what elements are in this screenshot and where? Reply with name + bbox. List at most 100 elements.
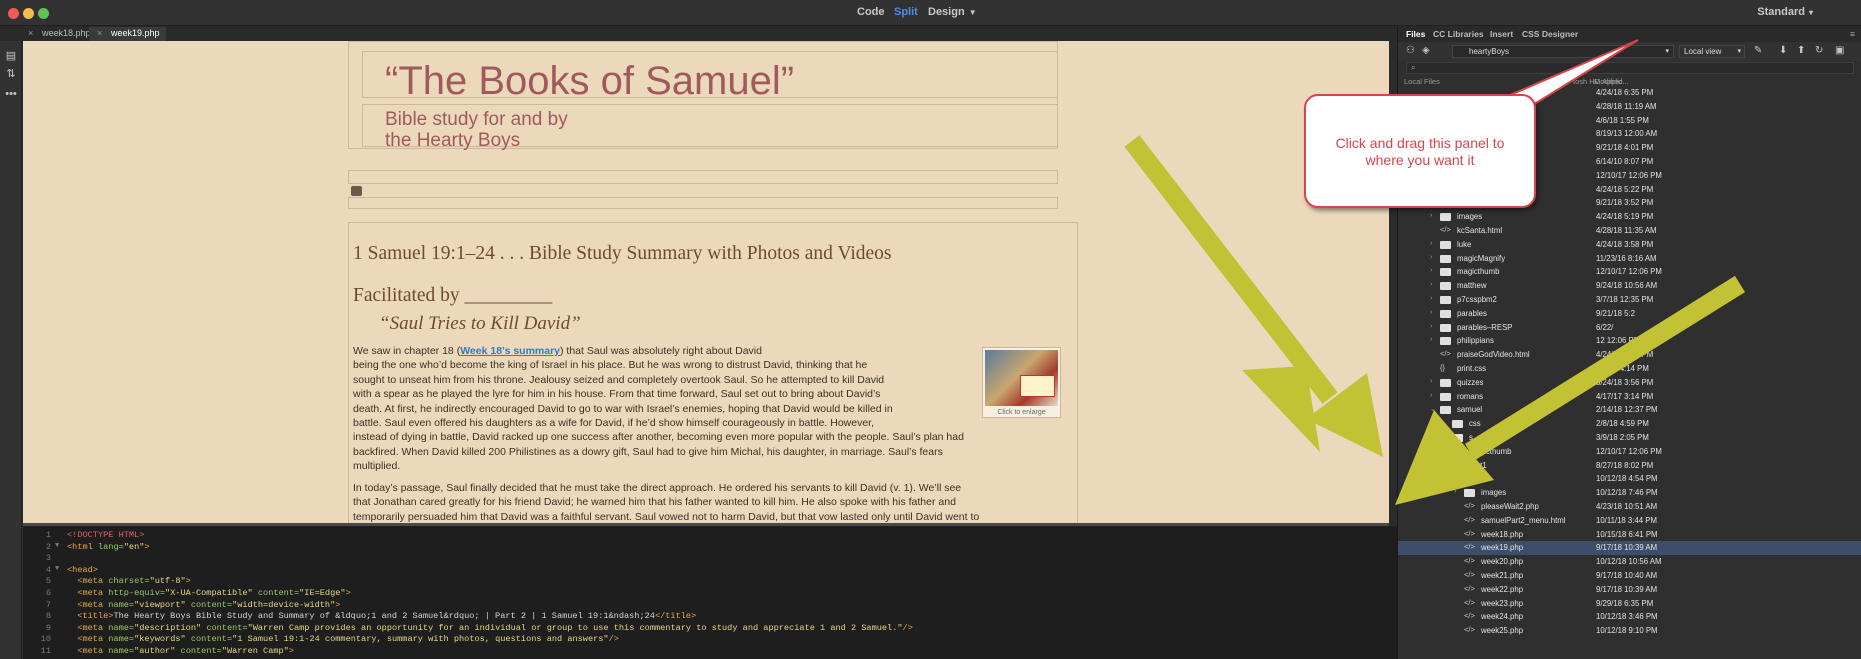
expand-toggle-icon[interactable]: › [1430, 267, 1432, 274]
live-view[interactable]: “The Books of Samuel” Bible study for an… [23, 41, 1389, 523]
get-files-icon[interactable]: ⬇ [1779, 45, 1787, 56]
chevron-down-icon: ▾ [1665, 48, 1669, 55]
tab-insert[interactable]: Insert [1490, 29, 1513, 39]
study-thumbnail[interactable]: Click to enlarge [982, 347, 1061, 418]
file-tree-row[interactable]: › quizzes 3/24/18 3:56 PM [1398, 376, 1861, 390]
file-tree-row[interactable]: </> week22.php 9/17/18 10:39 AM [1398, 583, 1861, 597]
expand-toggle-icon[interactable]: › [1430, 378, 1432, 385]
put-files-icon[interactable]: ⬆ [1797, 45, 1805, 56]
workspace-label: Standard [1757, 6, 1805, 18]
expand-toggle-icon[interactable]: › [1430, 309, 1432, 316]
file-name: matthew [1457, 281, 1487, 291]
file-tree-row[interactable]: › parables–RESP 6/22/ [1398, 321, 1861, 335]
file-modified: 3/24/18 3:56 PM [1596, 377, 1654, 387]
close-icon[interactable]: × [97, 28, 102, 38]
file-tree-row[interactable]: › images 4/24/18 5:19 PM [1398, 210, 1861, 224]
connect-icon[interactable]: ⚇ [1406, 45, 1415, 56]
folder-icon [1440, 213, 1451, 222]
expand-toggle-icon[interactable]: › [1454, 488, 1456, 495]
file-search-input[interactable]: ⌕ [1406, 62, 1854, 74]
file-tree-row[interactable]: s 3/9/18 2:05 PM [1398, 431, 1861, 445]
sort-icon[interactable]: ⇅ [3, 67, 19, 81]
file-tree-row[interactable]: </> week24.php 10/12/18 3:46 PM [1398, 610, 1861, 624]
code-mode-button[interactable]: Code [857, 6, 885, 18]
file-tree-row[interactable]: </> pleaseWait2.php 4/23/18 10:51 AM [1398, 500, 1861, 514]
folder-icon [1440, 240, 1451, 249]
fold-icon[interactable]: ▼ [55, 542, 59, 550]
file-modified: 10/12/18 10:56 AM [1596, 557, 1662, 567]
expand-toggle-icon[interactable]: › [1430, 336, 1432, 343]
paragraph-1: We saw in chapter 18 (Week 18’s summary)… [353, 344, 1068, 474]
more-icon[interactable]: ••• [3, 88, 19, 102]
file-tree-row[interactable]: › parables 9/21/18 5:2 [1398, 307, 1861, 321]
code-view[interactable]: 1 <!DOCTYPE HTML> 2 ▼ <html lang="en"> 3 4 ▼ <he… [23, 526, 1397, 659]
file-tree-row[interactable]: </> praiseGodVideo.html 4/24/18 6:40 PM [1398, 348, 1861, 362]
file-tree-row[interactable]: css 2/8/18 4:59 PM [1398, 417, 1861, 431]
tab-week18[interactable]: × week18.php [20, 27, 97, 41]
expand-toggle-icon[interactable]: › [1430, 212, 1432, 219]
view-dropdown[interactable]: Local view ▾ [1679, 45, 1745, 58]
file-modified: 12 12:06 PM [1596, 336, 1641, 346]
file-tree-row[interactable]: part1 8/27/18 8:02 PM [1398, 459, 1861, 473]
file-tree-row[interactable]: › philippians 12 12:06 PM [1398, 334, 1861, 348]
file-tree-row[interactable]: ⌄ samuel 2/14/18 12:37 PM [1398, 403, 1861, 417]
file-tree-row[interactable]: </> kcSanta.html 4/28/18 11:35 AM [1398, 224, 1861, 238]
tab-week19[interactable]: × week19.php [89, 27, 166, 41]
document-tab-bar: × week18.php × week19.php [0, 26, 1400, 41]
expand-toggle-icon[interactable]: › [1430, 240, 1432, 247]
file-name: week20.php [1481, 557, 1524, 567]
file-tree-row[interactable]: </> week19.php 9/17/18 10:39 AM [1398, 541, 1861, 556]
chevron-down-icon: ▼ [968, 8, 977, 17]
code-file-icon: </> [1464, 528, 1475, 538]
close-window-button[interactable] [8, 8, 19, 19]
expand-toggle-icon[interactable]: › [1430, 295, 1432, 302]
expand-toggle-icon[interactable]: ⌄ [1430, 405, 1436, 413]
file-tree-row[interactable]: › magicthumb 12/10/17 12:06 PM [1398, 265, 1861, 279]
fold-icon[interactable]: ▼ [55, 565, 59, 573]
file-tree-row[interactable]: </> week21.php 9/17/18 10:40 AM [1398, 569, 1861, 583]
file-tree-row[interactable]: › images 10/12/18 7:46 PM [1398, 486, 1861, 500]
site-dropdown[interactable]: heartyBoys ▾ [1452, 45, 1674, 58]
zoom-window-button[interactable] [38, 8, 49, 19]
file-tree-row[interactable]: magicthumb 12/10/17 12:06 PM [1398, 445, 1861, 459]
modified-header[interactable]: Modified [1594, 77, 1622, 86]
file-tree-row[interactable]: </> week25.php 10/12/18 9:10 PM [1398, 624, 1861, 638]
minimize-window-button[interactable] [23, 8, 34, 19]
file-tree-row[interactable]: › matthew 9/24/18 10:56 AM [1398, 279, 1861, 293]
file-tree-row[interactable]: </> samuelPart2_menu.html 10/11/18 3:44 PM [1398, 514, 1861, 528]
file-modified: 4/24/18 6:40 PM [1596, 350, 1654, 360]
expand-toggle-icon[interactable]: › [1430, 281, 1432, 288]
menu-icon[interactable] [351, 186, 362, 196]
tab-cc-libraries[interactable]: CC Libraries [1433, 29, 1484, 39]
sync-icon[interactable]: ◈ [1422, 45, 1430, 56]
expand-toggle-icon[interactable]: › [1430, 323, 1432, 330]
file-tree-row[interactable]: › romans 4/17/17 3:14 PM [1398, 390, 1861, 404]
split-mode-button[interactable]: Split [894, 6, 918, 18]
file-tree-row[interactable]: {} print.css 5/5/15 4:14 PM [1398, 362, 1861, 376]
file-tree-row[interactable]: </> week20.php 10/12/18 10:56 AM [1398, 555, 1861, 569]
refresh-icon[interactable]: ↻ [1815, 45, 1823, 56]
file-tree-row[interactable]: › magicMagnify 11/23/16 8:16 AM [1398, 252, 1861, 266]
panel-menu-icon[interactable]: ≡ [1850, 29, 1855, 39]
file-tree-row[interactable]: › luke 4/24/18 3:58 PM [1398, 238, 1861, 252]
workspace-switcher[interactable]: Standard ▾ [1757, 6, 1813, 18]
edit-icon[interactable]: ✎ [1754, 45, 1762, 56]
file-name: css [1469, 419, 1481, 429]
code-file-icon: </> [1464, 597, 1475, 607]
expand-icon[interactable]: ▣ [1835, 45, 1844, 56]
file-icon[interactable]: ▤ [3, 49, 19, 63]
expand-toggle-icon[interactable]: › [1430, 254, 1432, 261]
week18-summary-link[interactable]: Week 18’s summary [460, 345, 560, 357]
tab-files[interactable]: Files [1406, 29, 1425, 39]
file-tree-row[interactable]: › p7csspbm2 3/7/18 12:35 PM [1398, 293, 1861, 307]
close-icon[interactable]: × [28, 28, 33, 38]
file-tree-row[interactable]: rt2 10/12/18 4:54 PM [1398, 472, 1861, 486]
file-modified: 4/28/18 11:19 AM [1596, 101, 1657, 111]
file-tree-row[interactable]: </> week18.php 10/15/18 6:41 PM [1398, 528, 1861, 542]
file-name: week24.php [1481, 612, 1524, 622]
expand-toggle-icon[interactable]: › [1430, 392, 1432, 399]
design-mode-button[interactable]: Design ▼ [928, 6, 977, 18]
local-files-header[interactable]: Local Files [1404, 77, 1440, 86]
file-tree-row[interactable]: </> week23.php 9/29/18 6:35 PM [1398, 597, 1861, 611]
tab-css-designer[interactable]: CSS Designer [1522, 29, 1578, 39]
